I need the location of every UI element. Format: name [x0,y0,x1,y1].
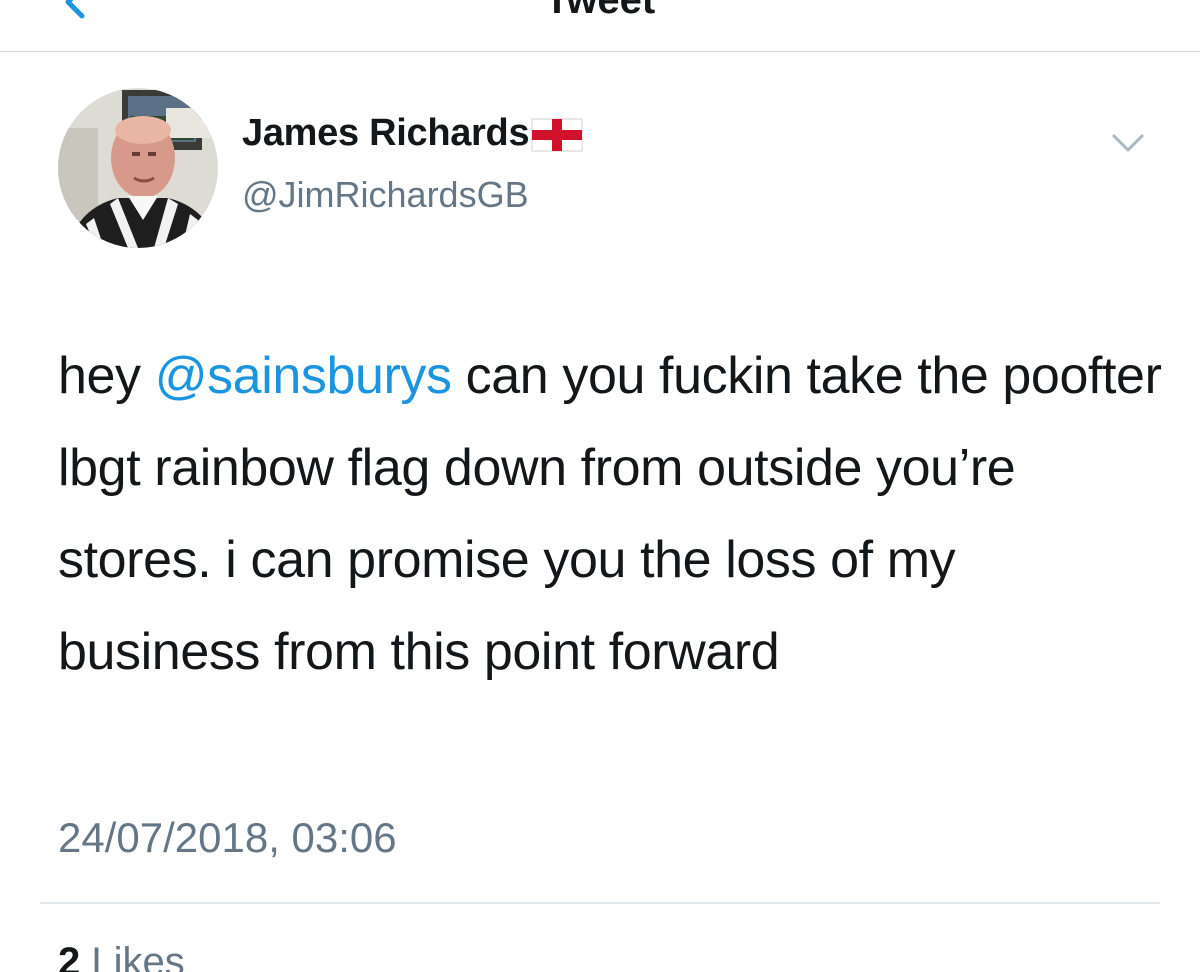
england-flag-icon [531,118,583,151]
tweet-text-start: hey [58,347,155,405]
tweet-header: James Richards @JimRichardsGB [58,88,1158,250]
chevron-down-icon[interactable] [1110,132,1146,156]
avatar[interactable] [58,88,218,248]
mention-link[interactable]: @sainsburys [155,347,452,405]
divider [40,902,1160,904]
tweet-text: hey @sainsburys can you fuckin take the … [58,330,1168,698]
likes-row[interactable]: 2 Likes [58,940,185,972]
likes-label: Likes [91,940,185,972]
nav-bar: Tweet [0,0,1200,52]
avatar-image [58,88,218,248]
nav-title: Tweet [544,0,656,22]
display-name[interactable]: James Richards [242,112,530,155]
likes-count: 2 [58,940,81,972]
timestamp: 24/07/2018, 03:06 [58,814,397,861]
display-name-row[interactable]: James Richards [242,112,583,155]
user-handle[interactable]: @JimRichardsGB [242,174,529,216]
